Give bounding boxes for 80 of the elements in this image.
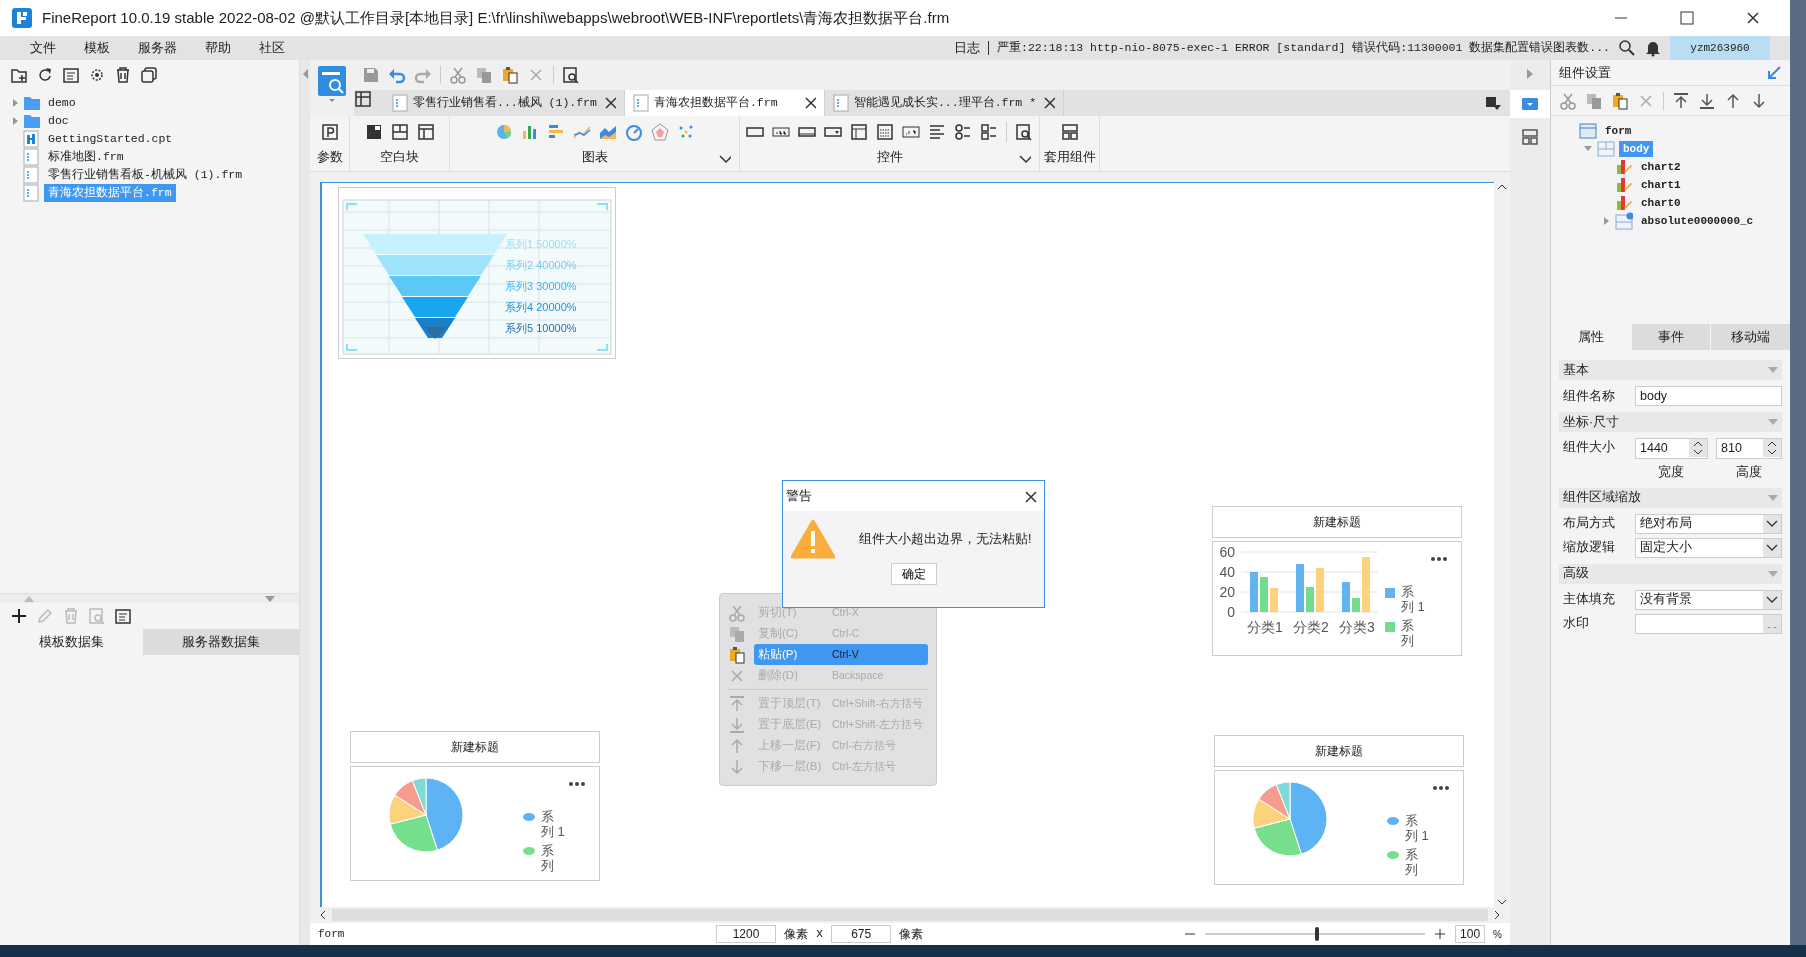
data-label: 系列1 50000% bbox=[505, 237, 577, 252]
unit-label: 像素 bbox=[784, 926, 808, 943]
zoom-field[interactable]: 100 bbox=[1455, 925, 1486, 943]
field-caption: 宽度 bbox=[1658, 463, 1685, 481]
panel-tab[interactable]: 移动端 bbox=[1710, 324, 1790, 350]
ribbon-group-label: 图表 bbox=[581, 149, 608, 166]
axis-tick-label: 20 bbox=[1219, 584, 1235, 600]
field-caption: 高度 bbox=[1736, 463, 1762, 481]
dropdown[interactable]: 没有背景 bbox=[1635, 589, 1782, 610]
data-label: 系列3 30000% bbox=[505, 279, 577, 294]
window-title: FineReport 10.0.19 stable 2022-08-02 @默认工作目录[本地目录] E:\fr\linshi\webapps\webroot\WEB-INF\reportlets\青海农担数据平台.frm bbox=[42, 7, 951, 28]
legend-label: 系列 1 bbox=[1401, 584, 1425, 614]
menu-item[interactable]: 社区 bbox=[245, 38, 299, 58]
legend-label: 系列 bbox=[1405, 847, 1419, 877]
dialog-title: 警告 bbox=[786, 487, 812, 506]
height-spinner[interactable]: 810 bbox=[1716, 438, 1782, 459]
text-field[interactable]: body bbox=[1635, 386, 1782, 406]
tree-item[interactable]: absolute0000000_c bbox=[1637, 212, 1758, 230]
field-label: 缩放逻辑 bbox=[1563, 539, 1616, 557]
section-header[interactable]: 基本 bbox=[1559, 360, 1782, 380]
field-label: 水印 bbox=[1563, 615, 1590, 633]
ribbon-group-label: 套用组件 bbox=[1043, 149, 1096, 166]
panel-title: 组件设置 bbox=[1559, 63, 1611, 82]
menu-item[interactable]: 粘贴(P) Ctrl-V bbox=[754, 644, 928, 665]
file-item[interactable]: 标准地图.frm bbox=[44, 148, 128, 166]
chart-title: 新建标题 bbox=[1313, 514, 1361, 531]
times-label: x bbox=[816, 926, 824, 943]
axis-tick-label: 60 bbox=[1219, 544, 1235, 560]
log-message: 严重:22:18:13 http-nio-8075-exec-1 ERROR [standard] 错误代码:11300001 数据集配置错误图表数... bbox=[996, 40, 1611, 57]
tree-item[interactable]: form bbox=[1601, 122, 1636, 140]
width-spinner[interactable]: 1440 bbox=[1635, 438, 1708, 459]
field-label: 组件大小 bbox=[1563, 439, 1616, 456]
dialog-message: 组件大小超出边界，无法粘贴! bbox=[859, 530, 1032, 548]
category-label: 分类1 bbox=[1247, 619, 1283, 635]
user-account[interactable]: yzm263960 bbox=[1670, 36, 1770, 60]
axis-tick-label: 40 bbox=[1219, 564, 1235, 580]
menu-item[interactable]: 模板 bbox=[70, 38, 124, 58]
legend-label: 系列 1 bbox=[1405, 813, 1429, 843]
width-field[interactable]: 1200 bbox=[716, 925, 776, 943]
data-label: 系列2 40000% bbox=[505, 258, 577, 273]
dropdown[interactable]: 绝对布局 bbox=[1635, 513, 1782, 534]
section-header[interactable]: 坐标·尺寸 bbox=[1559, 412, 1782, 432]
menu-item[interactable]: 文件 bbox=[16, 38, 70, 58]
legend-label: 系列 bbox=[541, 843, 555, 873]
tree-item[interactable]: chart2 bbox=[1637, 158, 1685, 176]
component-name: form bbox=[318, 926, 346, 942]
chart-title: 新建标题 bbox=[1315, 743, 1363, 760]
menu-item[interactable]: 服务器 bbox=[124, 38, 191, 58]
data-label: 系列5 10000% bbox=[505, 321, 577, 336]
data-label: 系列4 20000% bbox=[505, 300, 577, 315]
unit-label: 像素 bbox=[899, 926, 924, 943]
tree-item[interactable]: chart0 bbox=[1637, 194, 1685, 212]
field-label: 主体填充 bbox=[1563, 591, 1616, 609]
field-label: 布局方式 bbox=[1563, 515, 1616, 533]
ribbon-group-label: 控件 bbox=[876, 149, 903, 166]
chart-title: 新建标题 bbox=[451, 739, 499, 756]
height-field[interactable]: 675 bbox=[831, 925, 892, 943]
percent-label: % bbox=[1493, 927, 1502, 942]
category-label: 分类3 bbox=[1339, 619, 1375, 635]
document-tab[interactable]: 青海农担数据平台.frm bbox=[624, 90, 825, 116]
field-label: 组件名称 bbox=[1563, 387, 1616, 405]
file-item[interactable]: GettingStarted.cpt bbox=[44, 130, 177, 148]
menu-item[interactable]: 帮助 bbox=[191, 38, 245, 58]
section-header[interactable]: 高级 bbox=[1559, 563, 1782, 584]
tree-item[interactable]: chart1 bbox=[1637, 176, 1685, 194]
legend-label: 系列 1 bbox=[541, 809, 565, 839]
file-item[interactable]: doc bbox=[44, 112, 73, 130]
ribbon-group-label: 参数 bbox=[316, 149, 343, 166]
file-item[interactable]: 零售行业销售看板-机械风 (1).frm bbox=[44, 166, 247, 184]
section-header[interactable]: 组件区域缩放 bbox=[1559, 487, 1782, 508]
file-item[interactable]: demo bbox=[44, 94, 80, 112]
ok-button[interactable]: 确定 bbox=[890, 563, 937, 585]
legend-label: 系列 bbox=[1401, 618, 1415, 648]
log-link[interactable]: 日志 bbox=[946, 38, 989, 58]
axis-tick-label: 0 bbox=[1227, 604, 1235, 620]
panel-tab[interactable]: 事件 bbox=[1630, 324, 1711, 350]
ribbon-group-label: 空白块 bbox=[380, 149, 419, 166]
dropdown[interactable]: 固定大小 bbox=[1635, 537, 1782, 558]
category-label: 分类2 bbox=[1293, 619, 1329, 635]
dataset-tab[interactable]: 服务器数据集 bbox=[143, 629, 299, 655]
